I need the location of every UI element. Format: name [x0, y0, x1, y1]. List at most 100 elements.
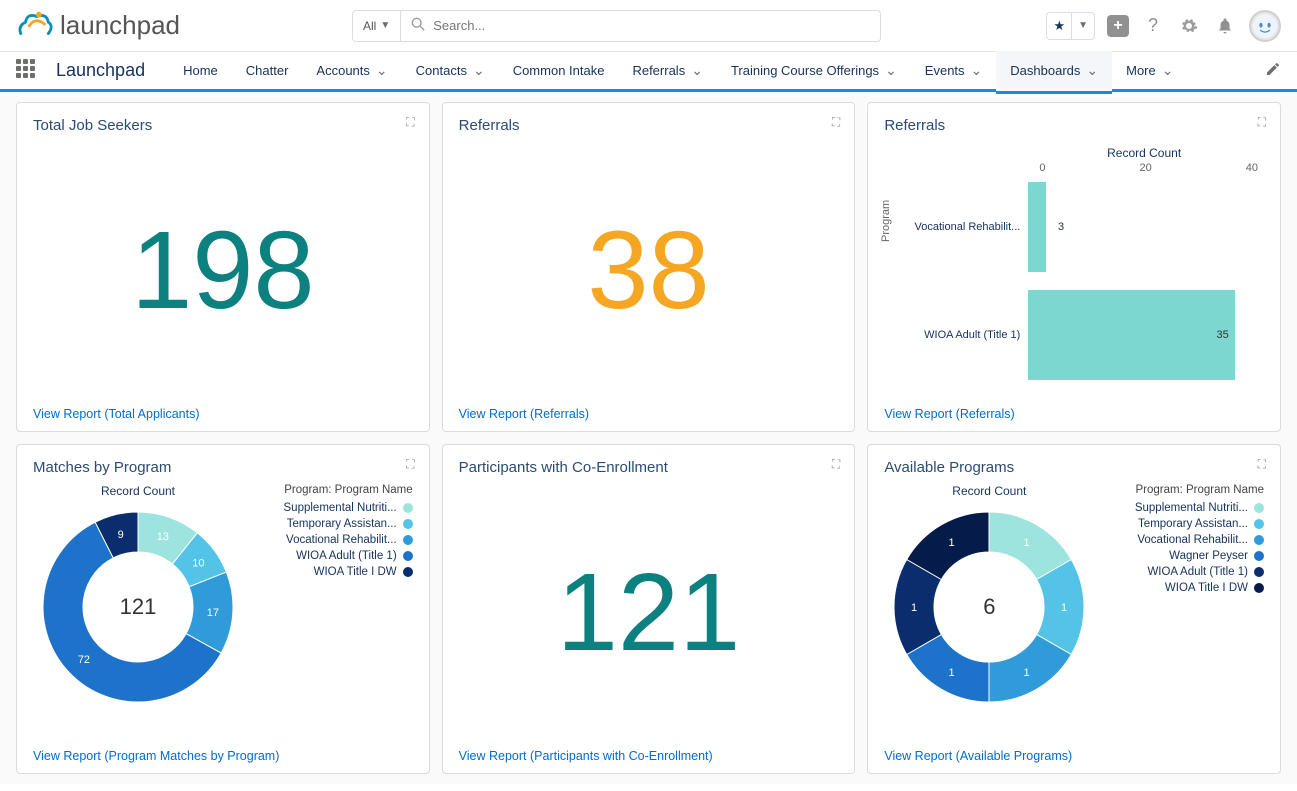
chart-subtitle: Record Count: [884, 484, 1094, 498]
bell-icon: [1216, 17, 1234, 35]
card-title: Matches by Program: [33, 459, 413, 476]
legend-item: WIOA Title I DW: [253, 566, 413, 578]
global-actions-button[interactable]: +: [1107, 15, 1129, 37]
nav-item-more[interactable]: More⌄: [1112, 51, 1187, 91]
legend-swatch: [403, 519, 413, 529]
tick-label: 20: [1139, 162, 1151, 174]
gear-icon: [1180, 17, 1198, 35]
search-scope-dropdown[interactable]: All ▼: [352, 10, 401, 42]
bar-row: WIOA Adult (Title 1)35: [898, 290, 1264, 380]
nav-item-label: Accounts: [316, 63, 369, 78]
nav-item-contacts[interactable]: Contacts⌄: [402, 51, 499, 91]
slice-value-label: 1: [949, 667, 955, 679]
notifications-button[interactable]: [1213, 14, 1237, 38]
legend-swatch: [403, 551, 413, 561]
chart-x-ticks: 0 20 40: [1039, 162, 1264, 174]
slice-value-label: 1: [949, 537, 955, 549]
setup-button[interactable]: [1177, 14, 1201, 38]
nav-item-label: Chatter: [246, 63, 289, 78]
expand-button[interactable]: ⛶: [1258, 115, 1266, 130]
expand-button[interactable]: ⛶: [406, 115, 414, 130]
view-report-link[interactable]: View Report (Referrals): [459, 399, 839, 421]
legend-label: WIOA Adult (Title 1): [296, 550, 397, 562]
brand-logo: launchpad: [16, 7, 180, 45]
search-scope-label: All: [363, 19, 376, 33]
bar-category-label: Vocational Rehabilit...: [898, 221, 1028, 233]
card-referrals-count: Referrals ⛶ 38 View Report (Referrals): [442, 102, 856, 432]
header-actions: ★ ▼ + ?: [1046, 10, 1281, 42]
question-icon: ?: [1148, 15, 1158, 36]
legend-swatch: [1254, 503, 1264, 513]
slice-value-label: 72: [78, 654, 90, 666]
app-name: Launchpad: [56, 60, 145, 81]
view-report-link[interactable]: View Report (Referrals): [884, 399, 1264, 421]
nav-item-dashboards[interactable]: Dashboards⌄: [996, 51, 1112, 91]
bar-rect: [1028, 182, 1046, 272]
slice-value-label: 1: [1024, 537, 1030, 549]
chart-y-axis-label: Program: [880, 200, 892, 242]
nav-item-label: Training Course Offerings: [731, 63, 879, 78]
legend-swatch: [1254, 551, 1264, 561]
metric-value: 121: [459, 484, 839, 741]
chevron-down-icon: ⌄: [971, 62, 983, 79]
expand-button[interactable]: ⛶: [832, 115, 840, 130]
search-input[interactable]: [433, 18, 870, 33]
nav-item-common-intake[interactable]: Common Intake: [499, 51, 619, 91]
nav-item-events[interactable]: Events⌄: [911, 51, 996, 91]
legend-title: Program: Program Name: [1104, 484, 1264, 496]
chevron-down-icon: ⌄: [473, 62, 485, 79]
nav-item-referrals[interactable]: Referrals⌄: [618, 51, 716, 91]
avatar-icon: [1252, 13, 1278, 39]
card-title: Participants with Co-Enrollment: [459, 459, 839, 476]
card-total-job-seekers: Total Job Seekers ⛶ 198 View Report (Tot…: [16, 102, 430, 432]
view-report-link[interactable]: View Report (Total Applicants): [33, 399, 413, 421]
nav-item-accounts[interactable]: Accounts⌄: [302, 51, 401, 91]
metric-value: 198: [33, 142, 413, 399]
card-referrals-bar: Referrals ⛶ Record Count 0 20 40 Program…: [867, 102, 1281, 432]
user-avatar[interactable]: [1249, 10, 1281, 42]
donut-chart: 111111 6: [884, 502, 1094, 712]
star-icon: ★: [1053, 18, 1065, 34]
legend-label: WIOA Adult (Title 1): [1147, 566, 1248, 578]
bar-row: Vocational Rehabilit...3: [898, 182, 1264, 272]
chevron-down-icon: ⌄: [885, 62, 897, 79]
legend-label: Supplemental Nutriti...: [284, 502, 397, 514]
donut-total: 121: [120, 594, 157, 620]
tick-label: 0: [1039, 162, 1045, 174]
legend-item: Vocational Rehabilit...: [1104, 534, 1264, 546]
view-report-link[interactable]: View Report (Participants with Co-Enroll…: [459, 741, 839, 763]
tick-label: 40: [1246, 162, 1258, 174]
favorites-button[interactable]: ★ ▼: [1046, 12, 1095, 40]
legend-item: WIOA Title I DW: [1104, 582, 1264, 594]
expand-button[interactable]: ⛶: [832, 457, 840, 472]
bar-chart: Record Count 0 20 40 Program Vocational …: [884, 142, 1264, 399]
nav-item-home[interactable]: Home: [169, 51, 232, 91]
card-title: Total Job Seekers: [33, 117, 413, 134]
chevron-down-icon: ▼: [1078, 20, 1088, 31]
search-input-wrap[interactable]: [401, 10, 881, 42]
help-button[interactable]: ?: [1141, 14, 1165, 38]
slice-value-label: 1: [911, 602, 917, 614]
nav-item-chatter[interactable]: Chatter: [232, 51, 303, 91]
expand-button[interactable]: ⛶: [1258, 457, 1266, 472]
legend-item: Temporary Assistan...: [1104, 518, 1264, 530]
legend-label: Vocational Rehabilit...: [1137, 534, 1248, 546]
app-nav: Launchpad HomeChatterAccounts⌄Contacts⌄C…: [0, 52, 1297, 92]
legend-swatch: [1254, 583, 1264, 593]
nav-item-training-course-offerings[interactable]: Training Course Offerings ⌄: [717, 51, 911, 91]
view-report-link[interactable]: View Report (Available Programs): [884, 741, 1264, 763]
chart-axis-title: Record Count: [1024, 146, 1264, 160]
app-launcher-button[interactable]: [16, 59, 40, 83]
card-available-programs: Available Programs ⛶ Record Count 111111…: [867, 444, 1281, 774]
expand-button[interactable]: ⛶: [406, 457, 414, 472]
legend-label: WIOA Title I DW: [314, 566, 397, 578]
legend-swatch: [1254, 519, 1264, 529]
legend-swatch: [403, 503, 413, 513]
edit-nav-button[interactable]: [1265, 61, 1281, 80]
card-title: Available Programs: [884, 459, 1264, 476]
metric-value: 38: [459, 142, 839, 399]
slice-value-label: 1: [1061, 602, 1067, 614]
legend-title: Program: Program Name: [253, 484, 413, 496]
view-report-link[interactable]: View Report (Program Matches by Program): [33, 741, 413, 763]
nav-item-label: More: [1126, 63, 1156, 78]
